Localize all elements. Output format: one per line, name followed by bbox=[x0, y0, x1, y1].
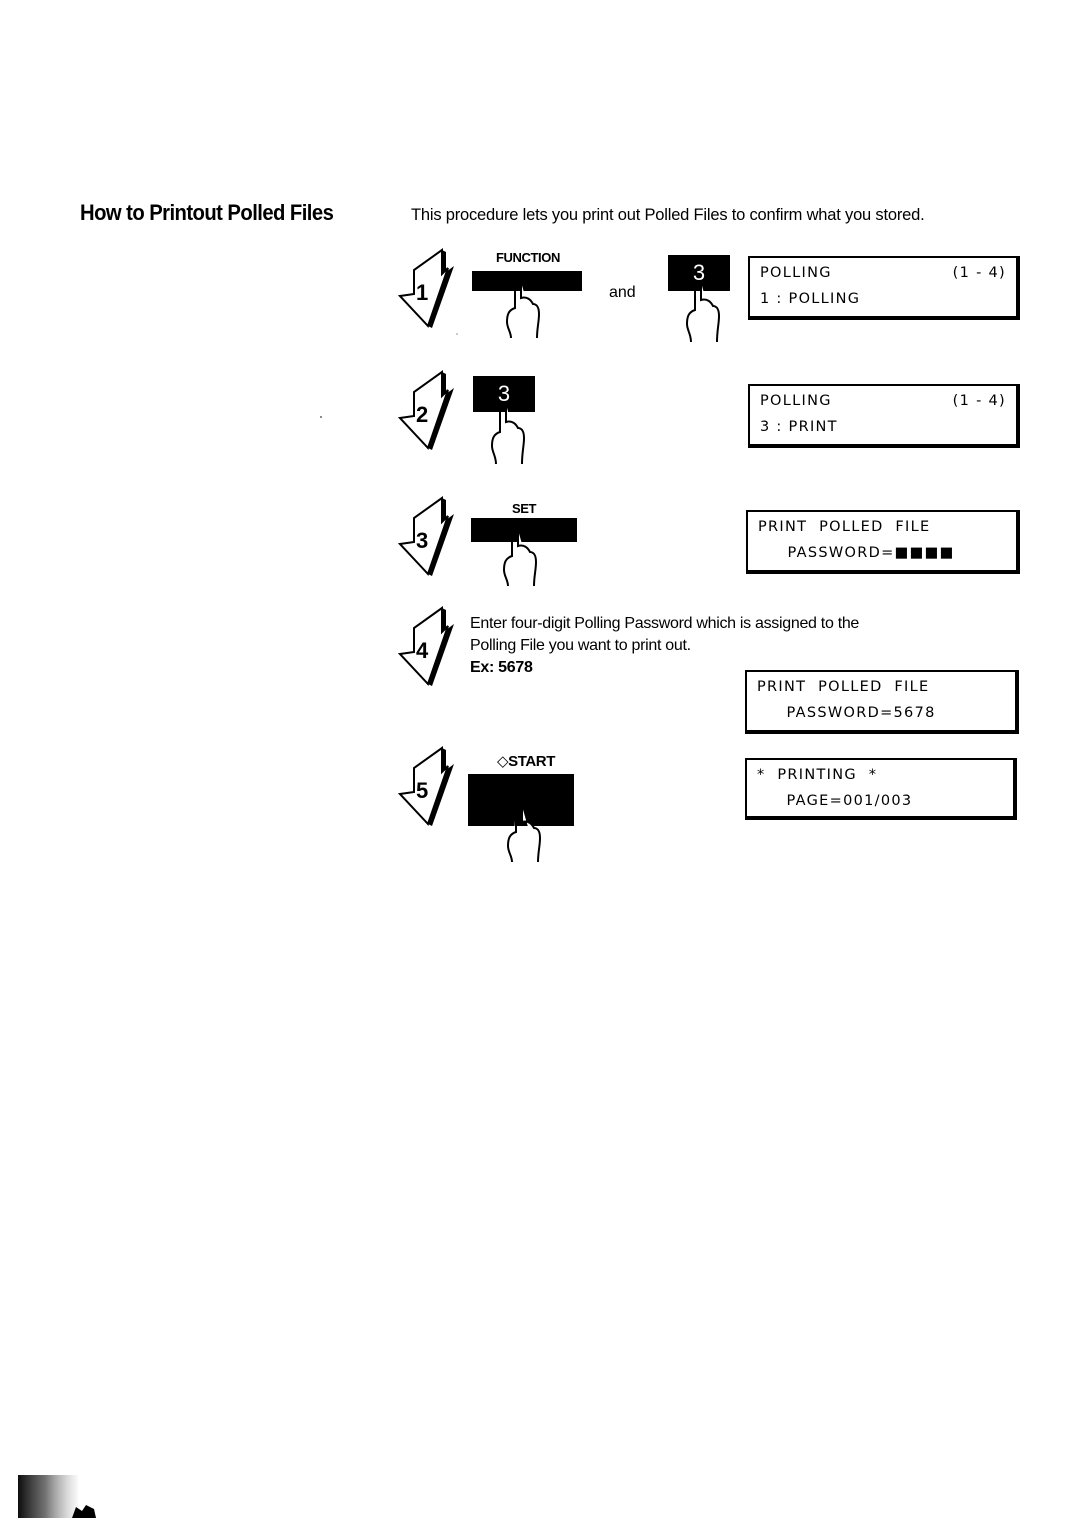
start-label: START bbox=[508, 753, 556, 770]
step-2-arrow-icon: 2 bbox=[398, 370, 456, 452]
lcd-range: (1 - 4) bbox=[952, 265, 1006, 281]
pressing-hand-icon bbox=[683, 282, 733, 344]
lcd-range: (1 - 4) bbox=[952, 393, 1006, 409]
step-5-arrow-icon: 5 bbox=[398, 746, 456, 828]
lcd-line-2: PASSWORD=■■■■ bbox=[758, 545, 955, 561]
lcd-display-step-2: POLLING (1 - 4) 3 : PRINT bbox=[748, 384, 1020, 448]
lcd-line-1: POLLING bbox=[760, 265, 832, 281]
step-number: 2 bbox=[416, 402, 428, 427]
lcd-line-1: PRINT POLLED FILE bbox=[758, 519, 931, 535]
step-number: 1 bbox=[416, 280, 428, 305]
lcd-line-1: * PRINTING * bbox=[757, 767, 878, 783]
step-1-arrow-icon: 1 bbox=[398, 248, 456, 330]
scan-speck bbox=[456, 333, 458, 335]
intro-text: This procedure lets you print out Polled… bbox=[411, 206, 925, 224]
step-number: 5 bbox=[416, 778, 428, 803]
lcd-display-step-1: POLLING (1 - 4) 1 : POLLING bbox=[748, 256, 1020, 320]
pressing-hand-icon bbox=[503, 282, 553, 340]
lcd-display-step-3: PRINT POLLED FILE PASSWORD=■■■■ bbox=[746, 510, 1020, 574]
scan-speck bbox=[320, 416, 322, 418]
lcd-line-2: 1 : POLLING bbox=[760, 291, 861, 307]
scan-artifact bbox=[8, 1473, 98, 1518]
pressing-hand-icon bbox=[500, 530, 550, 586]
instruction-line-2: Polling File you want to print out. bbox=[470, 637, 691, 654]
set-key-label: SET bbox=[511, 501, 537, 516]
step-4-arrow-icon: 4 bbox=[398, 606, 456, 688]
section-title: How to Printout Polled Files bbox=[80, 200, 334, 225]
step-number: 4 bbox=[416, 638, 429, 663]
connector-and: and bbox=[609, 284, 636, 301]
lcd-line-1: POLLING bbox=[760, 393, 832, 409]
step-3-arrow-icon: 3 bbox=[398, 496, 456, 578]
function-key-label: FUNCTION bbox=[496, 250, 560, 265]
lcd-line-2: PAGE=001/003 bbox=[757, 793, 913, 809]
lcd-display-step-5: * PRINTING * PAGE=001/003 bbox=[745, 758, 1017, 820]
pressing-hand-icon bbox=[504, 806, 554, 862]
start-key-label: ◇START bbox=[486, 752, 566, 770]
lcd-line-1: PRINT POLLED FILE bbox=[757, 679, 930, 695]
start-diamond-icon: ◇ bbox=[496, 753, 509, 770]
lcd-display-step-4: PRINT POLLED FILE PASSWORD=5678 bbox=[745, 670, 1019, 734]
pressing-hand-icon bbox=[488, 404, 538, 466]
step-number: 3 bbox=[416, 528, 428, 553]
lcd-line-2: PASSWORD=5678 bbox=[757, 705, 936, 721]
lcd-line-2: 3 : PRINT bbox=[760, 419, 838, 435]
instruction-line-1: Enter four-digit Polling Password which … bbox=[470, 615, 860, 632]
